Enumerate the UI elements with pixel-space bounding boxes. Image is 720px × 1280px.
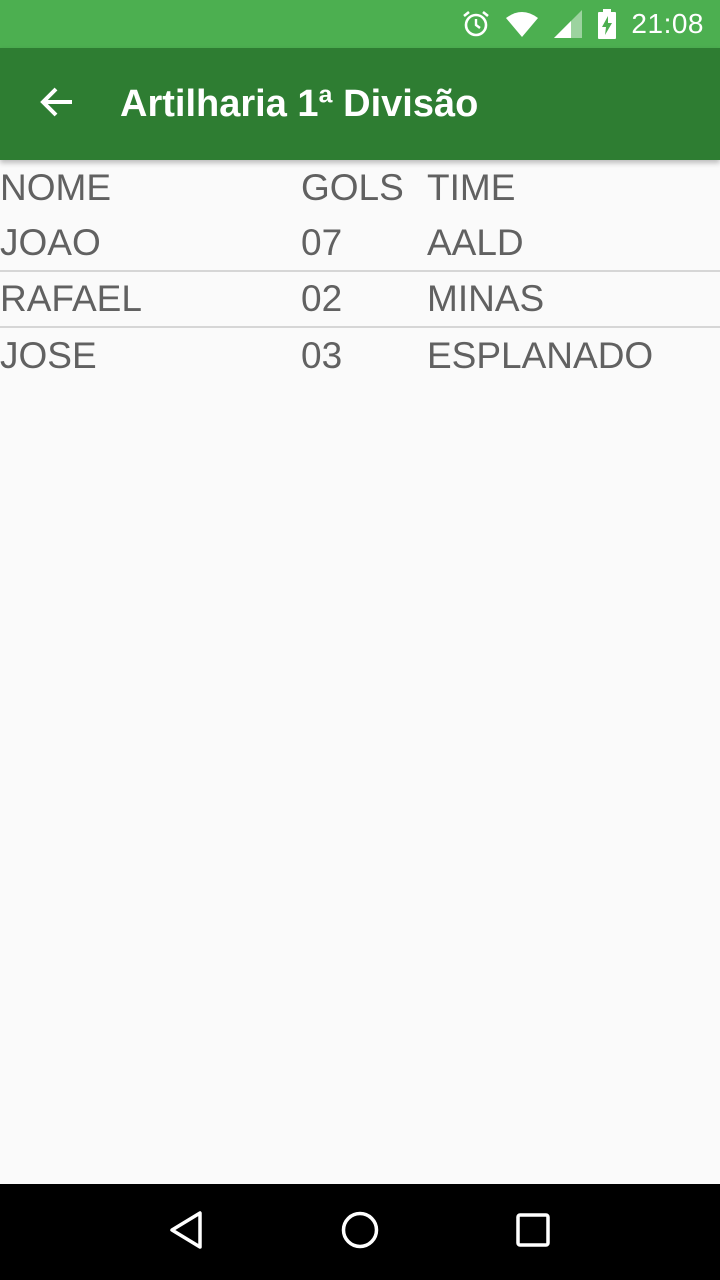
- nav-home-button[interactable]: [320, 1192, 400, 1272]
- status-bar: 21:08: [0, 0, 720, 48]
- status-time: 21:08: [631, 8, 704, 39]
- signal-icon: [553, 9, 583, 39]
- header-gols: GOLS: [301, 167, 404, 208]
- cell-nome: JOSE: [0, 335, 97, 376]
- table-header: NOME GOLS TIME: [0, 160, 720, 216]
- battery-charging-icon: [597, 9, 617, 39]
- alarm-icon: [461, 9, 491, 39]
- cell-time: AALD: [427, 222, 524, 263]
- cell-nome: RAFAEL: [0, 278, 142, 319]
- nav-back-button[interactable]: [147, 1192, 227, 1272]
- home-circle-icon: [340, 1210, 380, 1255]
- back-triangle-icon: [167, 1210, 207, 1255]
- app-bar: Artilharia 1ª Divisão: [0, 48, 720, 160]
- cell-gols: 02: [301, 278, 343, 319]
- screen: 21:08 Artilharia 1ª Divisão NOME GOLS TI…: [0, 0, 720, 1280]
- scorers-table: NOME GOLS TIME JOAO 07 AALD RAFAEL 02 MI…: [0, 160, 720, 384]
- cell-time: ESPLANADO: [427, 335, 654, 376]
- table-row[interactable]: JOAO 07 AALD: [0, 216, 720, 272]
- back-button[interactable]: [0, 48, 112, 160]
- header-time: TIME: [427, 167, 516, 208]
- page-title: Artilharia 1ª Divisão: [120, 82, 479, 125]
- cell-gols: 03: [301, 335, 343, 376]
- cell-time: MINAS: [427, 278, 545, 319]
- nav-recents-button[interactable]: [493, 1192, 573, 1272]
- cell-gols: 07: [301, 222, 343, 263]
- recents-square-icon: [513, 1210, 553, 1255]
- table-row[interactable]: RAFAEL 02 MINAS: [0, 272, 720, 328]
- wifi-icon: [505, 10, 539, 38]
- system-nav-bar: [0, 1184, 720, 1280]
- arrow-back-icon: [38, 84, 74, 125]
- table-row[interactable]: JOSE 03 ESPLANADO: [0, 328, 720, 384]
- cell-nome: JOAO: [0, 222, 101, 263]
- header-nome: NOME: [0, 167, 111, 208]
